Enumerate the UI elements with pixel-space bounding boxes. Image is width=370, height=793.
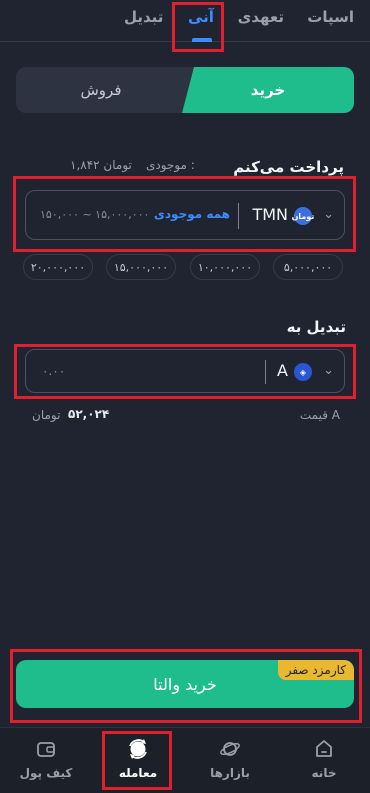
- convert-amount-field[interactable]: ⌄ ◈ A ۰.۰۰: [25, 349, 345, 393]
- highlight-box: [102, 731, 172, 790]
- buy-submit-button[interactable]: خرید والتا کارمزد صفر: [16, 660, 354, 708]
- pay-amount-field[interactable]: ⌄ تومان TMN همه موجودی ۱۵۰,۰۰۰ ~ ۱۵,۰۰۰,…: [25, 190, 345, 240]
- pay-currency[interactable]: TMN: [252, 205, 288, 224]
- max-balance-button[interactable]: همه موجودی: [154, 207, 230, 221]
- nav-label: خانه: [311, 766, 337, 780]
- bottom-nav: خانه بازارها معامله کیف پول: [0, 727, 370, 793]
- preset-chip[interactable]: ۲۰,۰۰۰,۰۰۰: [23, 254, 93, 280]
- buy-submit-label: خرید والتا: [153, 674, 217, 694]
- tab-convert[interactable]: تبدیل: [124, 8, 163, 26]
- nav-label: کیف پول: [19, 766, 73, 780]
- sell-button[interactable]: فروش: [16, 67, 186, 113]
- chevron-down-icon[interactable]: ⌄: [323, 207, 334, 222]
- coin-a-icon: ◈: [294, 363, 312, 381]
- preset-chip[interactable]: ۵,۰۰۰,۰۰۰: [273, 254, 343, 280]
- preset-chip[interactable]: ۱۵,۰۰۰,۰۰۰: [106, 254, 176, 280]
- buy-button[interactable]: خرید: [182, 67, 354, 113]
- price-value: ۵۲,۰۲۴: [68, 407, 110, 421]
- convert-amount-placeholder[interactable]: ۰.۰۰: [42, 364, 65, 378]
- wallet-icon: [16, 738, 76, 760]
- pay-label: پرداخت می‌کنم: [233, 158, 344, 176]
- planet-icon: [200, 738, 260, 760]
- nav-wallet[interactable]: کیف پول: [16, 738, 76, 780]
- zero-fee-badge: کارمزد صفر: [277, 660, 354, 680]
- tab-futures[interactable]: تعهدی: [238, 8, 284, 26]
- tab-spot[interactable]: اسپات: [307, 8, 354, 26]
- divider: [265, 360, 266, 384]
- nav-label: بازارها: [210, 766, 250, 780]
- convert-label: تبدیل به: [286, 318, 346, 336]
- balance-value: ۱,۸۴۲ تومان: [70, 158, 132, 172]
- price-unit: تومان: [32, 408, 61, 422]
- highlight-box: [172, 2, 224, 52]
- toman-coin-icon: تومان: [292, 207, 314, 225]
- convert-currency[interactable]: A: [277, 361, 288, 380]
- home-icon: [294, 738, 354, 760]
- chevron-down-icon[interactable]: ⌄: [323, 363, 334, 378]
- preset-chip[interactable]: ۱۰,۰۰۰,۰۰۰: [190, 254, 260, 280]
- divider: [238, 203, 239, 229]
- balance-label: موجودی :: [146, 158, 195, 172]
- nav-home[interactable]: خانه: [294, 738, 354, 780]
- pay-range: ۱۵۰,۰۰۰ ~ ۱۵,۰۰۰,۰۰۰: [40, 208, 150, 221]
- price-label: قیمت A: [299, 408, 340, 422]
- buy-sell-toggle: فروش خرید: [16, 67, 354, 113]
- nav-markets[interactable]: بازارها: [200, 738, 260, 780]
